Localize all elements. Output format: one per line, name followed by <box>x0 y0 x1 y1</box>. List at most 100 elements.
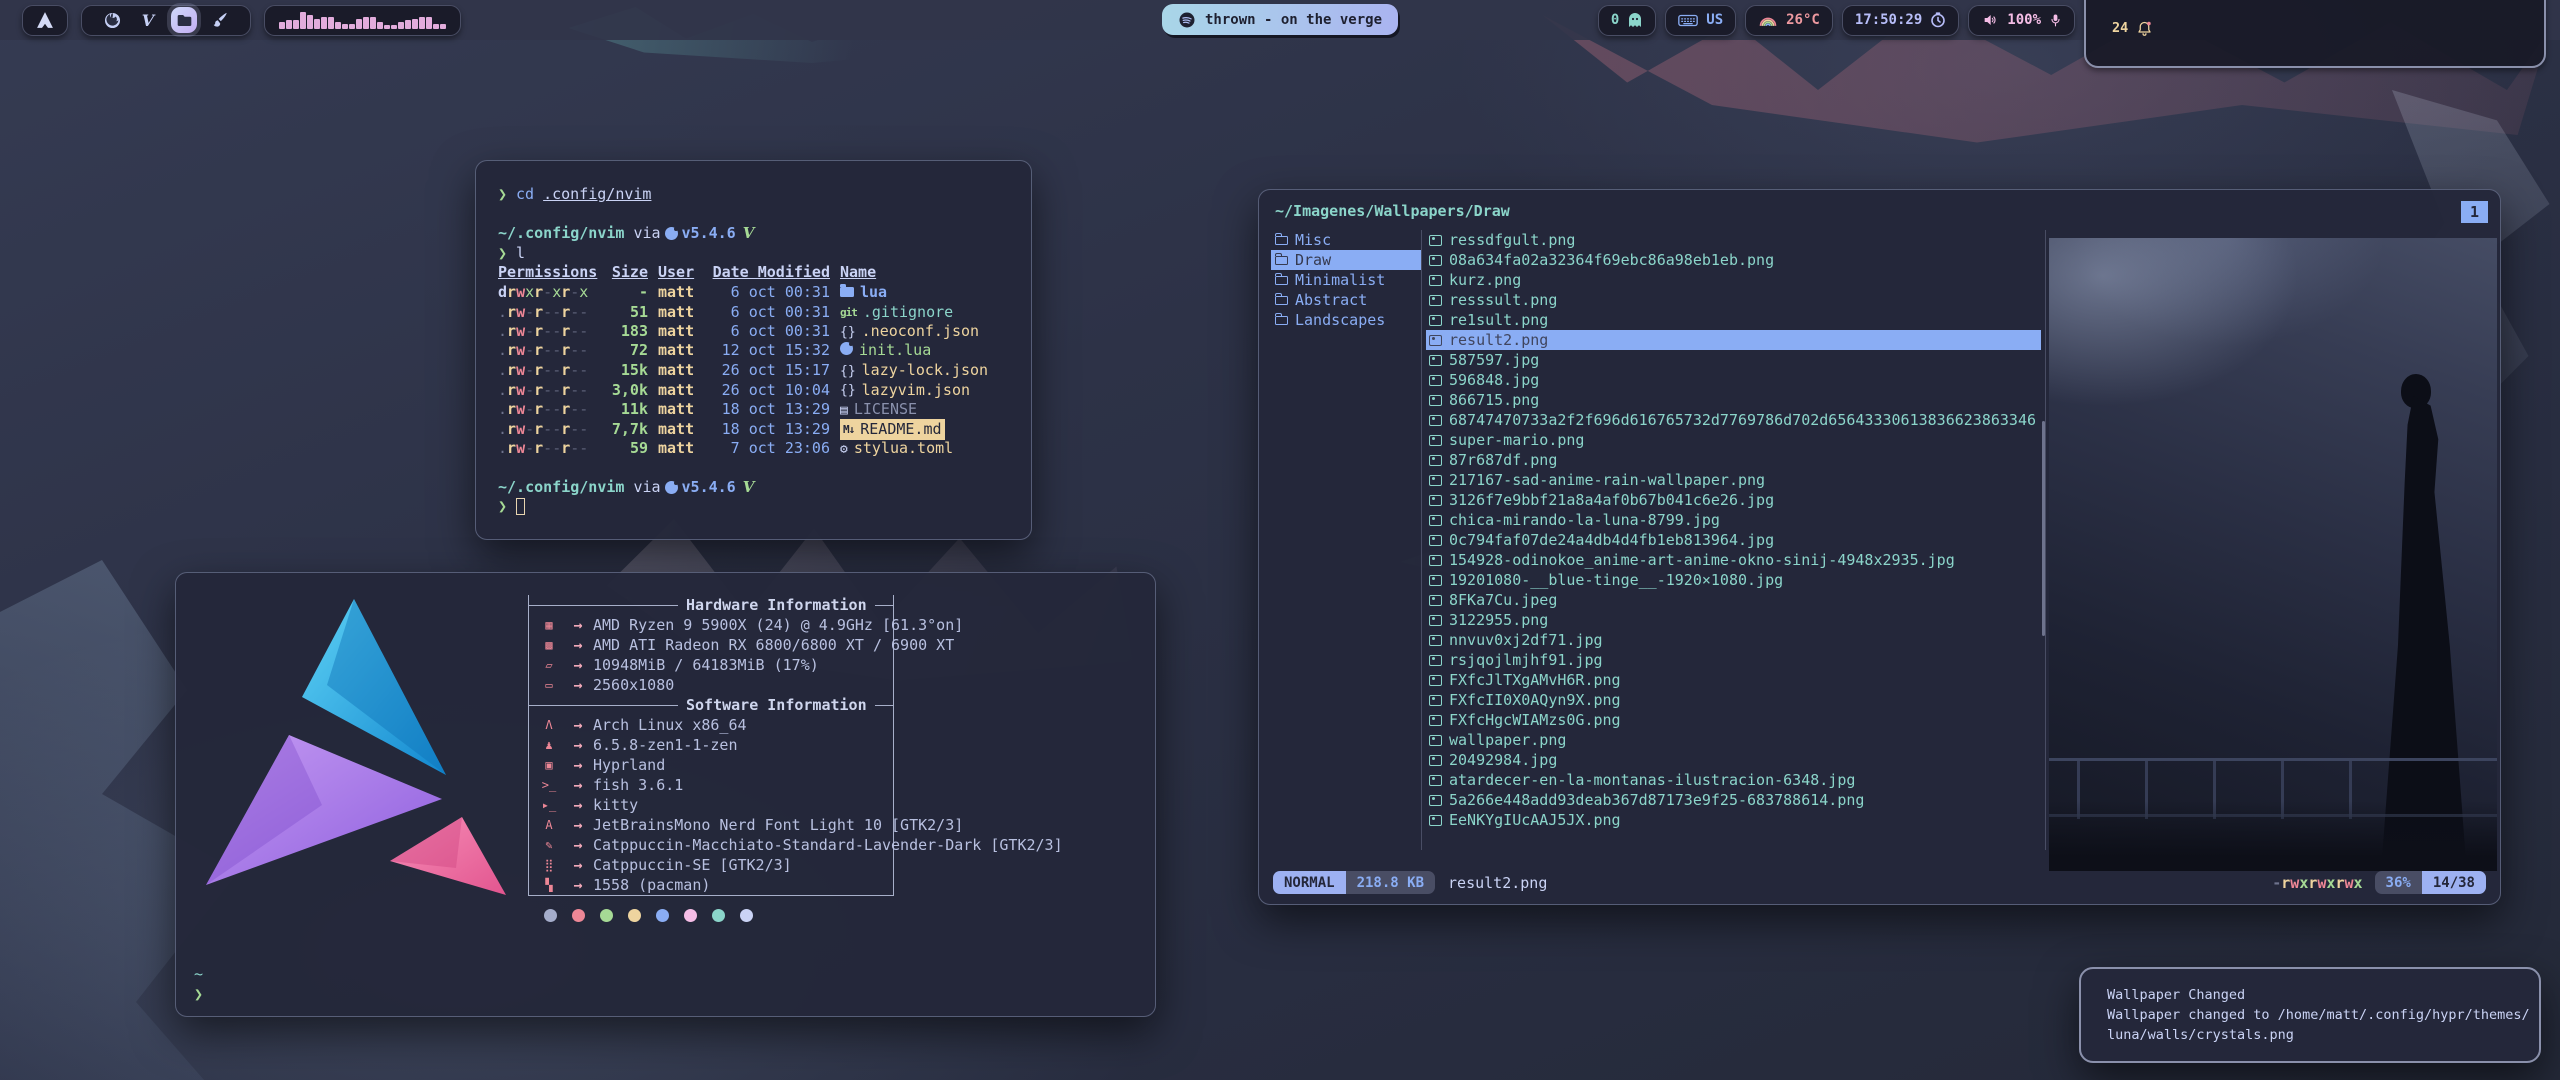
file-row: .rw-r--r-- 72 matt 12 oct 15:32 init.lua <box>498 341 1031 361</box>
file-name: 8FKa7Cu.jpeg <box>1449 591 1557 609</box>
file-date: 18 oct 13:29 <box>712 420 830 440</box>
image-file-icon <box>1429 695 1442 706</box>
list-item[interactable]: 68747470733a2f2f696d616765732d7769786d70… <box>1426 410 2041 430</box>
list-item[interactable]: resssult.png <box>1426 290 2041 310</box>
image-file-icon <box>1429 535 1442 546</box>
list-item[interactable]: 0c794faf07de24a4db4d4fb1eb813964.jpg <box>1426 530 2041 550</box>
fetch-info-row: ▸_ → kitty <box>529 795 893 815</box>
list-item[interactable]: 217167-sad-anime-rain-wallpaper.png <box>1426 470 2041 490</box>
sidebar-item-misc[interactable]: Misc <box>1271 230 1421 250</box>
clock-icon <box>1930 12 1946 28</box>
list-item[interactable]: 8FKa7Cu.jpeg <box>1426 590 2041 610</box>
preview-railing <box>2049 758 2497 761</box>
list-item[interactable]: re1sult.png <box>1426 310 2041 330</box>
clock-widget[interactable]: 17:50:29 <box>1842 5 1959 36</box>
list-item[interactable]: FXfcHgcWIAMzs0G.png <box>1426 710 2041 730</box>
workspace-2-neovim-icon[interactable]: V <box>135 7 161 33</box>
lua-version: v5.4.6 <box>682 478 736 498</box>
list-item[interactable]: result2.png <box>1426 330 2041 350</box>
markdown-icon: M↓ <box>843 419 854 440</box>
now-playing-title: thrown - on the verge <box>1205 12 1382 28</box>
list-item[interactable]: ressdfgult.png <box>1426 230 2041 250</box>
list-item[interactable]: nnvuv0xj2df71.jpg <box>1426 630 2041 650</box>
parent-directory-pane: Misc Draw Minimalist Abstract Landscapes <box>1271 230 1421 330</box>
list-item[interactable]: 08a634fa02a32364f69ebc86a98eb1eb.png <box>1426 250 2041 270</box>
fetch-info-value: Arch Linux x86_64 <box>593 716 747 734</box>
list-item[interactable]: 5a266e448add93deab367d87173e9f25-6837886… <box>1426 790 2041 810</box>
fetch-info-row: ✎ → Catppuccin-Macchiato-Standard-Lavend… <box>529 835 893 855</box>
list-item[interactable]: 866715.png <box>1426 390 2041 410</box>
audio-widget[interactable]: 100% <box>1968 5 2075 36</box>
sidebar-item-landscapes[interactable]: Landscapes <box>1271 310 1421 330</box>
file-owner: matt <box>658 341 702 361</box>
terminal-cursor[interactable] <box>516 498 525 515</box>
image-file-icon <box>1429 355 1442 366</box>
notification-popup[interactable]: Wallpaper Changed Wallpaper changed to /… <box>2079 967 2541 1063</box>
workspace-3-folder-icon[interactable] <box>171 7 197 33</box>
font-icon: A <box>535 818 563 832</box>
prompt-via: via <box>633 478 660 498</box>
terminal-color-palette <box>544 909 753 922</box>
list-item[interactable]: FXfcJlTXgAMvH6R.png <box>1426 670 2041 690</box>
folder-icon <box>176 13 193 28</box>
image-file-icon <box>1429 815 1442 826</box>
sidebar-item-abstract[interactable]: Abstract <box>1271 290 1421 310</box>
list-item[interactable]: 587597.jpg <box>1426 350 2041 370</box>
sidebar-item-minimalist[interactable]: Minimalist <box>1271 270 1421 290</box>
arrow-icon: → <box>563 756 593 774</box>
list-item[interactable]: 154928-odinokoe_anime-art-anime-okno-sin… <box>1426 550 2041 570</box>
selected-file-highlight: M↓README.md <box>840 419 945 440</box>
list-item[interactable]: 596848.jpg <box>1426 370 2041 390</box>
file-name: rsjqojlmjhf91.jpg <box>1449 651 1603 669</box>
software-title: Software Information <box>678 696 875 714</box>
file-name: 5a266e448add93deab367d87173e9f25-6837886… <box>1449 791 1864 809</box>
visualizer-bar <box>293 20 299 29</box>
list-item[interactable]: wallpaper.png <box>1426 730 2041 750</box>
file-date: 6 oct 00:31 <box>712 303 830 323</box>
list-item[interactable]: 3126f7e9bbf21a8a4af0b67b041c6e26.jpg <box>1426 490 2041 510</box>
list-item[interactable]: rsjqojlmjhf91.jpg <box>1426 650 2041 670</box>
visualizer-bar <box>314 19 320 30</box>
workspace-4-brush-icon[interactable] <box>207 7 233 33</box>
file-list-pane: ressdfgult.png 08a634fa02a32364f69ebc86a… <box>1426 230 2041 830</box>
now-playing-widget[interactable]: thrown - on the verge <box>1162 4 1398 35</box>
visualizer-bar <box>405 20 411 29</box>
fetch-info-row: ♟ → 6.5.8-zen1-1-zen <box>529 735 893 755</box>
keyboard-layout-widget[interactable]: US <box>1665 5 1736 36</box>
prompt-symbol: ❯ <box>194 984 203 1004</box>
workspace-1-firefox-icon[interactable] <box>99 7 125 33</box>
tab-badge[interactable]: 1 <box>2461 201 2488 223</box>
list-item[interactable]: EeNKYgIUcAAJ5JX.png <box>1426 810 2041 830</box>
sidebar-item-draw[interactable]: Draw <box>1271 250 1421 270</box>
file-permissions: -rwxrwxrwx <box>2272 874 2362 892</box>
file-date: 6 oct 00:31 <box>712 322 830 342</box>
palette-dot <box>712 909 725 922</box>
file-date: 6 oct 00:31 <box>712 283 830 303</box>
image-file-icon <box>1429 475 1442 486</box>
notifications-widget[interactable]: 24 <box>2084 0 2546 68</box>
list-item[interactable]: 3122955.png <box>1426 610 2041 630</box>
updates-widget[interactable]: 0 <box>1598 5 1656 36</box>
prompt-symbol: ❯ <box>498 185 507 205</box>
list-item[interactable]: 87r687df.png <box>1426 450 2041 470</box>
list-item[interactable]: super-mario.png <box>1426 430 2041 450</box>
visualizer-bar <box>370 17 376 29</box>
volume-level: 100% <box>2007 12 2041 28</box>
selected-filename: result2.png <box>1448 874 1547 892</box>
visualizer-bar <box>398 22 404 29</box>
list-item[interactable]: chica-mirando-la-luna-8799.jpg <box>1426 510 2041 530</box>
software-rows: Λ → Arch Linux x86_64 ♟ → 6.5.8-zen1-1-z… <box>529 715 893 895</box>
fetch-info-row: ▭ → 2560x1080 <box>529 675 893 695</box>
list-item[interactable]: FXfcII0X0AQyn9X.png <box>1426 690 2041 710</box>
image-file-icon <box>1429 575 1442 586</box>
list-item[interactable]: 19201080-__blue-tinge__-1920×1080.jpg <box>1426 570 2041 590</box>
list-item[interactable]: atardecer-en-la-montanas-ilustracion-634… <box>1426 770 2041 790</box>
weather-widget[interactable]: 26°C <box>1745 5 1833 36</box>
folder-open-icon <box>1275 256 1288 265</box>
image-file-icon <box>1429 435 1442 446</box>
file-name: super-mario.png <box>1449 431 1584 449</box>
list-item[interactable]: kurz.png <box>1426 270 2041 290</box>
arrow-icon: → <box>563 816 593 834</box>
list-item[interactable]: 20492984.jpg <box>1426 750 2041 770</box>
launcher-button[interactable] <box>22 5 68 36</box>
